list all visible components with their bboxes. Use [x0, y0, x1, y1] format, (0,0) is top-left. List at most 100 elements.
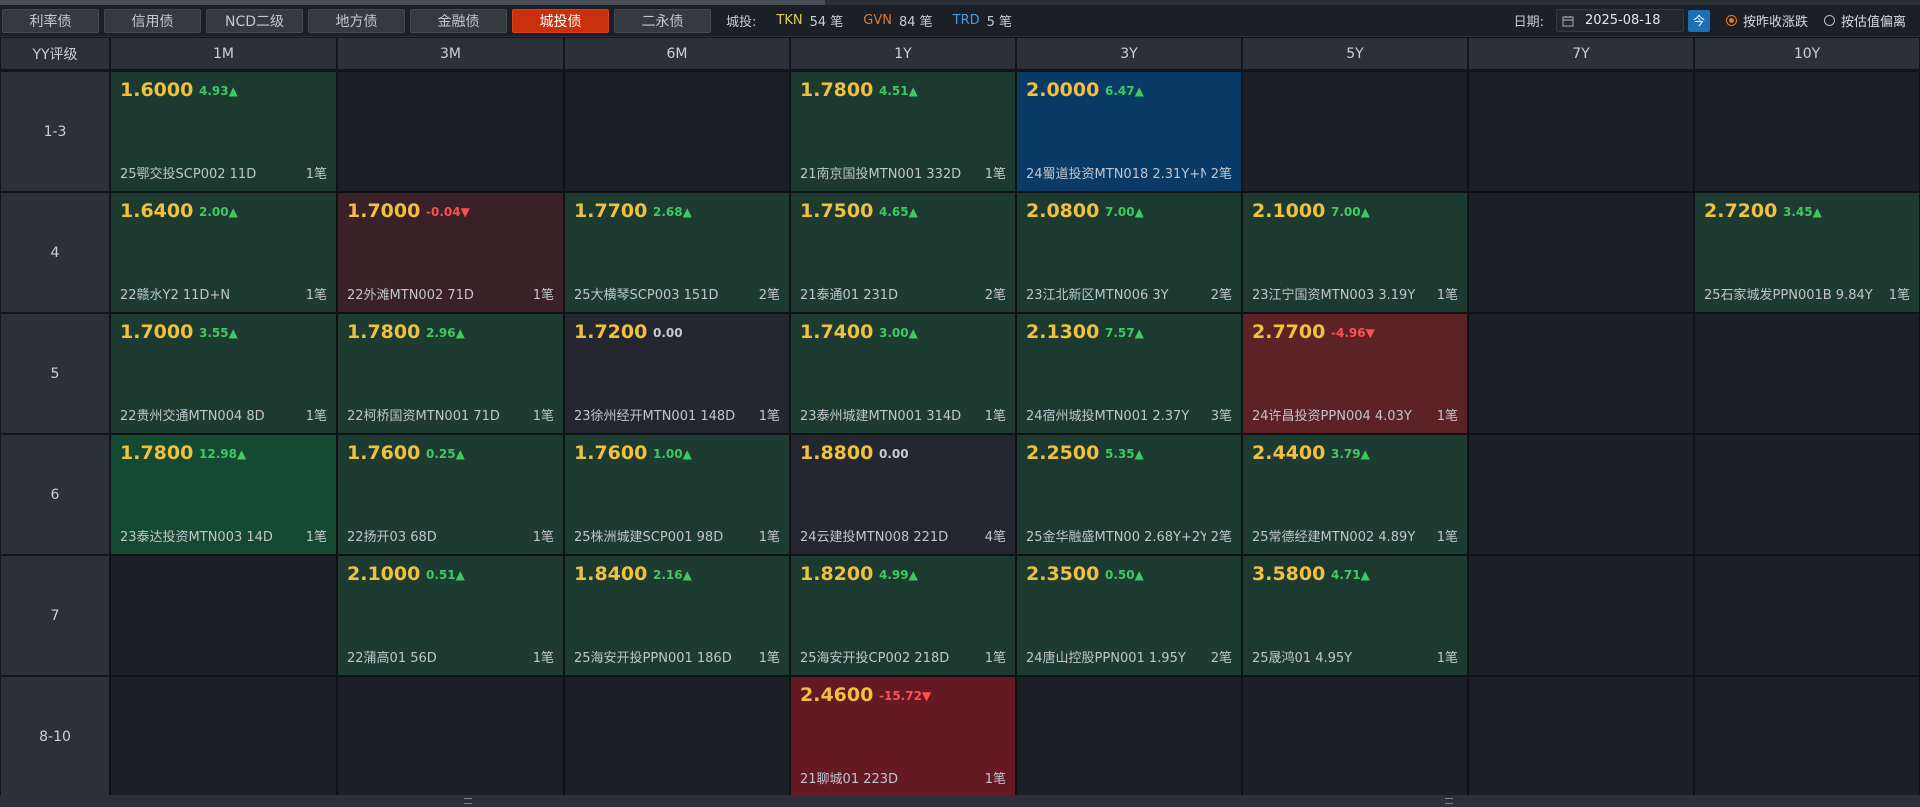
- change-value: 3.00▲: [879, 326, 918, 340]
- resize-grip-icon[interactable]: [464, 798, 472, 804]
- resize-grip-icon[interactable]: [1445, 798, 1453, 804]
- empty-cell: [564, 71, 790, 192]
- column-header-5y[interactable]: 5Y: [1242, 37, 1468, 70]
- tkn-count: 54 笔: [809, 15, 844, 30]
- quote-cell[interactable]: 1.7700 2.68▲ 25大横琴SCP003 151D 2笔: [564, 192, 790, 313]
- empty-cell: [1468, 71, 1694, 192]
- yield-value: 1.7800: [800, 79, 874, 101]
- quote-cell[interactable]: 2.1000 0.51▲ 22蒲高01 56D 1笔: [337, 555, 564, 676]
- change-value: 2.96▲: [426, 326, 465, 340]
- radio-prev-close-label: 按昨收涨跌: [1742, 15, 1808, 30]
- trade-count: 1笔: [305, 288, 327, 303]
- row-header: 1-3: [0, 71, 110, 192]
- quote-cell[interactable]: 1.7600 1.00▲ 25株洲城建SCP001 98D 1笔: [564, 434, 790, 555]
- yield-value: 1.7500: [800, 200, 874, 222]
- quote-cell[interactable]: 1.7000 -0.04▼ 22外滩MTN002 71D 1笔: [337, 192, 564, 313]
- quote-cell[interactable]: 1.7800 12.98▲ 23泰达投资MTN003 14D 1笔: [110, 434, 337, 555]
- quote-cell[interactable]: 1.7800 4.51▲ 21南京国投MTN001 332D 1笔: [790, 71, 1016, 192]
- empty-cell: [1242, 676, 1468, 797]
- yield-value: 1.7800: [120, 442, 194, 464]
- date-value[interactable]: 2025-08-18: [1585, 13, 1661, 28]
- tab-ncd[interactable]: NCD二级: [206, 8, 303, 33]
- bond-name: 24唐山控股PPN001 1.95Y: [1026, 651, 1186, 666]
- yield-value: 2.3500: [1026, 563, 1100, 585]
- quote-cell[interactable]: 1.7200 0.00 23徐州经开MTN001 148D 1笔: [564, 313, 790, 434]
- bond-name: 25鄂交投SCP002 11D: [120, 167, 257, 182]
- quote-cell[interactable]: 1.6000 4.93▲ 25鄂交投SCP002 11D 1笔: [110, 71, 337, 192]
- trd-label: TRD: [952, 13, 980, 28]
- column-header-10y[interactable]: 10Y: [1694, 37, 1920, 70]
- quote-cell[interactable]: 2.4600 -15.72▼ 21聊城01 223D 1笔: [790, 676, 1016, 797]
- quote-cell[interactable]: 1.7000 3.55▲ 22贵州交通MTN004 8D 1笔: [110, 313, 337, 434]
- quote-cell[interactable]: 2.3500 0.50▲ 24唐山控股PPN001 1.95Y 2笔: [1016, 555, 1242, 676]
- quote-cell[interactable]: 1.7400 3.00▲ 23泰州城建MTN001 314D 1笔: [790, 313, 1016, 434]
- quote-cell[interactable]: 2.0800 7.00▲ 23江北新区MTN006 3Y 2笔: [1016, 192, 1242, 313]
- quote-cell[interactable]: 1.7500 4.65▲ 21泰通01 231D 2笔: [790, 192, 1016, 313]
- quote-cell[interactable]: 2.0000 6.47▲ 24蜀道投资MTN018 2.31Y+N 2笔: [1016, 71, 1242, 192]
- quote-cell[interactable]: 1.7800 2.96▲ 22柯桥国资MTN001 71D 1笔: [337, 313, 564, 434]
- tab-credit-bond[interactable]: 信用债: [104, 8, 201, 33]
- empty-cell: [1468, 434, 1694, 555]
- trade-count: 2笔: [1210, 651, 1232, 666]
- column-header-3m[interactable]: 3M: [337, 37, 564, 70]
- quote-cell[interactable]: 2.7200 3.45▲ 25石家城发PPN001B 9.84Y 1笔: [1694, 192, 1920, 313]
- trade-count: 2笔: [1210, 167, 1232, 182]
- bond-name: 25海安开投PPN001 186D: [574, 651, 732, 666]
- tab-lgfv-bond[interactable]: 城投债: [512, 8, 609, 33]
- quote-cell[interactable]: 1.6400 2.00▲ 22赣水Y2 11D+N 1笔: [110, 192, 337, 313]
- calendar-icon[interactable]: [1557, 15, 1579, 27]
- change-value: 1.00▲: [653, 447, 692, 461]
- column-header-6m[interactable]: 6M: [564, 37, 790, 70]
- quote-cell[interactable]: 2.7700 -4.96▼ 24许昌投资PPN004 4.03Y 1笔: [1242, 313, 1468, 434]
- trade-count: 1笔: [758, 651, 780, 666]
- radio-prev-close[interactable]: 按昨收涨跌: [1725, 11, 1808, 30]
- change-value: 2.68▲: [653, 205, 692, 219]
- quote-cell[interactable]: 2.2500 5.35▲ 25金华融盛MTN00 2.68Y+2Y 2笔: [1016, 434, 1242, 555]
- empty-cell: [1468, 555, 1694, 676]
- date-picker[interactable]: 2025-08-18: [1555, 9, 1684, 32]
- bond-name: 21聊城01 223D: [800, 772, 899, 787]
- trade-count: 2笔: [1210, 288, 1232, 303]
- column-header-1m[interactable]: 1M: [110, 37, 337, 70]
- radio-unchecked-icon[interactable]: [1823, 15, 1835, 26]
- radio-checked-icon[interactable]: [1725, 15, 1737, 26]
- yield-value: 1.7400: [800, 321, 874, 343]
- change-value: -4.96▼: [1331, 326, 1375, 340]
- empty-cell: [564, 676, 790, 797]
- trade-count: 1笔: [532, 530, 554, 545]
- today-button[interactable]: 今: [1687, 9, 1710, 32]
- column-header-7y[interactable]: 7Y: [1468, 37, 1694, 70]
- yield-value: 2.7700: [1252, 321, 1326, 343]
- yield-value: 2.4400: [1252, 442, 1326, 464]
- change-value: 7.00▲: [1331, 205, 1370, 219]
- quote-cell[interactable]: 2.1300 7.57▲ 24宿州城投MTN001 2.37Y 3笔: [1016, 313, 1242, 434]
- bond-name: 24云建投MTN008 221D: [800, 530, 949, 545]
- trade-count: 1笔: [984, 409, 1006, 424]
- change-value: 3.45▲: [1783, 205, 1822, 219]
- quote-cell[interactable]: 3.5800 4.71▲ 25晟鸿01 4.95Y 1笔: [1242, 555, 1468, 676]
- column-header-3y[interactable]: 3Y: [1016, 37, 1242, 70]
- tab-rate-bond[interactable]: 利率债: [2, 8, 99, 33]
- quote-cell[interactable]: 1.8800 0.00 24云建投MTN008 221D 4笔: [790, 434, 1016, 555]
- yield-value: 2.1000: [1252, 200, 1326, 222]
- change-value: 3.55▲: [199, 326, 238, 340]
- bond-name: 22蒲高01 56D: [347, 651, 437, 666]
- tab-financial-bond[interactable]: 金融债: [410, 8, 507, 33]
- bond-name: 23江宁国资MTN003 3.19Y: [1252, 288, 1416, 303]
- quote-cell[interactable]: 1.8200 4.99▲ 25海安开投CP002 218D 1笔: [790, 555, 1016, 676]
- empty-cell: [1694, 676, 1920, 797]
- tab-local-bond[interactable]: 地方债: [308, 8, 405, 33]
- tab-perpetual-bond[interactable]: 二永债: [614, 8, 711, 33]
- column-header-1y[interactable]: 1Y: [790, 37, 1016, 70]
- empty-cell: [1694, 313, 1920, 434]
- trade-count: 1笔: [1888, 288, 1910, 303]
- empty-cell: [1694, 71, 1920, 192]
- tkn-label: TKN: [776, 13, 803, 28]
- radio-valuation[interactable]: 按估值偏离: [1823, 11, 1906, 30]
- bond-name: 21泰通01 231D: [800, 288, 899, 303]
- gvn-label: GVN: [863, 13, 892, 28]
- quote-cell[interactable]: 1.8400 2.16▲ 25海安开投PPN001 186D 1笔: [564, 555, 790, 676]
- quote-cell[interactable]: 1.7600 0.25▲ 22扬开03 68D 1笔: [337, 434, 564, 555]
- quote-cell[interactable]: 2.4400 3.79▲ 25常德经建MTN002 4.89Y 1笔: [1242, 434, 1468, 555]
- quote-cell[interactable]: 2.1000 7.00▲ 23江宁国资MTN003 3.19Y 1笔: [1242, 192, 1468, 313]
